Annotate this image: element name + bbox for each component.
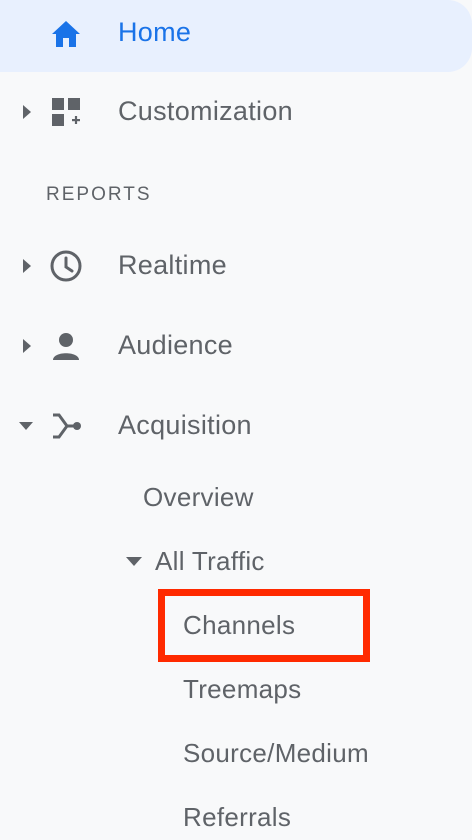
nav-item-audience-label: Audience [118,330,233,360]
nav-item-customization-label: Customization [118,96,293,126]
clock-icon [48,248,84,284]
home-icon [48,16,84,52]
nav-subitem-referrals[interactable]: Referrals [183,802,291,833]
nav-subitem-treemaps[interactable]: Treemaps [183,674,301,705]
nav-item-customization[interactable]: Customization [0,80,472,144]
nav-item-realtime-label: Realtime [118,250,227,280]
collapse-caret-icon[interactable] [19,422,33,430]
collapse-caret-icon[interactable] [126,557,142,566]
nav-item-home-label: Home [118,17,192,47]
nav-item-home[interactable]: Home [0,0,472,72]
section-label-reports: REPORTS [46,184,152,205]
nav-subitem-all-traffic[interactable]: All Traffic [155,546,265,577]
person-icon [48,328,84,364]
nav-item-acquisition-label: Acquisition [118,410,252,440]
expand-caret-icon[interactable] [23,105,31,119]
dashboard-add-icon [48,94,84,130]
nav-item-audience[interactable]: Audience [0,314,472,378]
sidebar-nav: Home Customization REPORTS Realtime Audi… [0,0,472,840]
expand-caret-icon[interactable] [23,339,31,353]
nav-item-acquisition[interactable]: Acquisition [0,394,472,458]
nav-subitem-source-medium[interactable]: Source/Medium [183,738,369,769]
expand-caret-icon[interactable] [23,259,31,273]
acquisition-branch-icon [48,408,84,444]
nav-item-realtime[interactable]: Realtime [0,234,472,298]
highlight-box [158,589,370,662]
nav-subitem-overview[interactable]: Overview [143,482,254,513]
